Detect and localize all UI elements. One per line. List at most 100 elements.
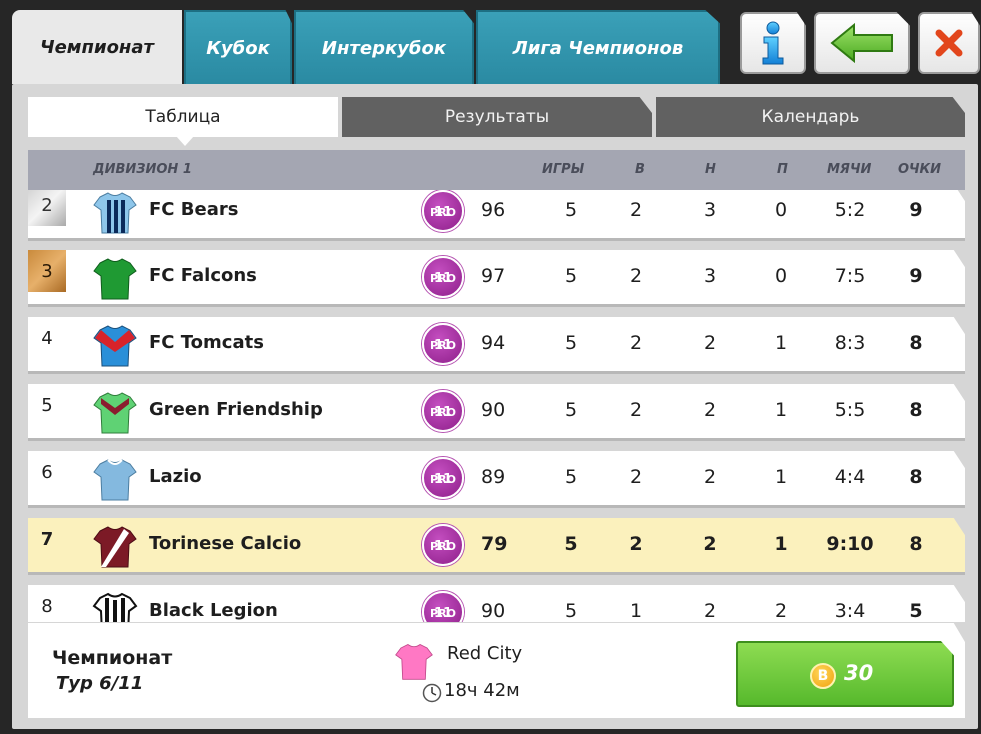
pro11-badge-icon: PRO 11 <box>422 524 464 566</box>
coin-cost: 30 <box>844 661 874 685</box>
pro11-badge-icon: PRO 11 <box>422 390 464 432</box>
tab-intercup[interactable]: Интеркубок <box>294 10 474 84</box>
pro11-badge-icon: PRO 11 <box>422 256 464 298</box>
points: 8 <box>909 466 923 488</box>
opponent-shirt-icon <box>395 643 433 680</box>
position: 8 <box>41 595 53 617</box>
pro11-badge-icon: PRO 11 <box>422 591 464 622</box>
back-button[interactable] <box>814 12 910 74</box>
games-played: 5 <box>564 466 578 488</box>
table-row-own-team[interactable]: 7 Torinese Calcio PRO 11 79 5 2 2 1 9:10 … <box>28 518 965 575</box>
draws: 2 <box>703 600 717 622</box>
close-icon <box>935 29 963 57</box>
wins: 2 <box>629 199 643 221</box>
table-row[interactable]: 8 Black Legion PRO 11 90 5 1 2 2 3:4 5 <box>28 585 965 622</box>
team-name: Lazio <box>149 466 202 487</box>
pro11-badge-icon: PRO 11 <box>422 323 464 365</box>
team-rating: 90 <box>481 600 506 622</box>
tab-champions-league[interactable]: Лига Чемпионов <box>476 10 720 84</box>
active-subtab-pointer <box>176 136 194 146</box>
points: 9 <box>909 199 923 221</box>
position: 6 <box>41 461 53 483</box>
games-played: 5 <box>564 332 578 354</box>
subtab-table[interactable]: Таблица <box>28 97 338 137</box>
draws: 2 <box>703 533 717 555</box>
team-rating: 89 <box>481 466 506 488</box>
next-match-panel: Чемпионат Тур 6/11 Red City 18ч 42м B 30 <box>28 623 965 718</box>
table-row[interactable]: 6 Lazio PRO 11 89 5 2 2 1 4:4 8 <box>28 451 965 508</box>
losses: 2 <box>774 600 788 622</box>
coin-button[interactable]: B 30 <box>736 641 954 707</box>
team-name: FC Falcons <box>149 265 257 286</box>
table-row[interactable]: 2 FC Bears PRO 11 96 5 2 3 0 5:2 9 <box>28 190 965 241</box>
draws: 3 <box>703 199 717 221</box>
games-played: 5 <box>564 533 578 555</box>
losses: 1 <box>774 533 788 555</box>
wins: 2 <box>629 332 643 354</box>
losses: 0 <box>774 265 788 287</box>
team-name: Green Friendship <box>149 399 323 420</box>
goals: 5:2 <box>834 199 866 221</box>
subtab-results[interactable]: Результаты <box>342 97 652 137</box>
clock-icon <box>422 683 442 703</box>
position-silver: 2 <box>28 190 66 226</box>
wins: 2 <box>629 265 643 287</box>
team-rating: 79 <box>481 533 508 555</box>
table-row[interactable]: 3 FC Falcons PRO 11 97 5 2 3 0 7:5 9 <box>28 250 965 307</box>
team-rating: 90 <box>481 399 506 421</box>
team-shirt-icon <box>93 325 137 367</box>
goals: 8:3 <box>834 332 866 354</box>
wins: 2 <box>629 466 643 488</box>
points: 9 <box>909 265 923 287</box>
team-name: FC Tomcats <box>149 332 264 353</box>
time-until-match: 18ч 42м <box>444 680 520 701</box>
table-header: ДИВИЗИОН 1 ИГРЫ В Н П МЯЧИ ОЧКИ <box>28 150 965 190</box>
table-row[interactable]: 5 Green Friendship PRO 11 90 5 2 2 1 5:5 … <box>28 384 965 441</box>
position: 4 <box>41 327 53 349</box>
games-played: 5 <box>564 600 578 622</box>
col-wins: В <box>635 162 645 177</box>
team-shirt-icon <box>93 192 137 234</box>
col-losses: П <box>777 162 788 177</box>
close-button[interactable] <box>918 12 980 74</box>
position: 7 <box>40 528 54 550</box>
standings-list[interactable]: 2 FC Bears PRO 11 96 5 2 3 0 5:2 9 3 FC F… <box>28 190 965 622</box>
losses: 1 <box>774 466 788 488</box>
round-label: Тур 6/11 <box>56 673 144 694</box>
goals: 7:5 <box>834 265 866 287</box>
position-bronze: 3 <box>28 250 66 292</box>
draws: 2 <box>703 399 717 421</box>
team-shirt-icon <box>93 258 137 300</box>
draws: 3 <box>703 265 717 287</box>
col-points: ОЧКИ <box>898 162 942 177</box>
team-name: Black Legion <box>149 600 278 621</box>
team-name: FC Bears <box>149 199 239 220</box>
table-row[interactable]: 4 FC Tomcats PRO 11 94 5 2 2 1 8:3 8 <box>28 317 965 374</box>
losses: 1 <box>774 332 788 354</box>
tab-championship[interactable]: Чемпионат <box>12 10 182 84</box>
tab-cup[interactable]: Кубок <box>184 10 292 84</box>
draws: 2 <box>703 332 717 354</box>
team-rating: 94 <box>481 332 506 354</box>
team-shirt-icon <box>93 392 137 434</box>
losses: 1 <box>774 399 788 421</box>
back-arrow-icon <box>830 23 893 63</box>
info-button[interactable] <box>740 12 806 74</box>
competition-name: Чемпионат <box>52 647 173 669</box>
opponent-name: Red City <box>447 643 523 664</box>
subtab-calendar[interactable]: Календарь <box>656 97 965 137</box>
wins: 2 <box>629 533 643 555</box>
points: 8 <box>909 399 923 421</box>
pro11-badge-icon: PRO 11 <box>422 190 464 232</box>
points: 5 <box>909 600 923 622</box>
team-rating: 97 <box>481 265 506 287</box>
goals: 9:10 <box>826 533 874 555</box>
games-played: 5 <box>564 265 578 287</box>
wins: 2 <box>629 399 643 421</box>
division-label: ДИВИЗИОН 1 <box>93 162 192 177</box>
col-goals: МЯЧИ <box>827 162 872 177</box>
info-icon <box>762 21 784 65</box>
team-shirt-icon <box>93 459 137 501</box>
coin-icon: B <box>810 663 836 689</box>
losses: 0 <box>774 199 788 221</box>
